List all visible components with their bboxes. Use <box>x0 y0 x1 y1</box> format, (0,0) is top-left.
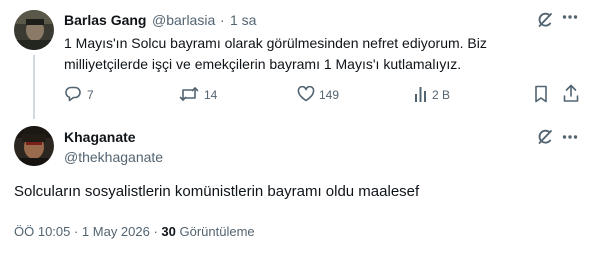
tweet-text: 1 Mayıs'ın Solcu bayramı olarak görülmes… <box>64 35 487 72</box>
author-handle[interactable]: @barlasia <box>152 12 215 28</box>
share-icon[interactable] <box>563 84 579 103</box>
more-icon[interactable] <box>562 134 578 140</box>
thread-line <box>33 55 35 119</box>
tweet-text: Solcuların sosyalistlerin komünistlerin … <box>14 183 420 200</box>
views-count: 2 B <box>432 88 451 102</box>
views-icon[interactable] <box>414 85 430 103</box>
grok-icon[interactable] <box>535 10 555 30</box>
reply-count: 7 <box>87 88 94 102</box>
reply-icon[interactable] <box>64 85 82 103</box>
bookmark-icon[interactable] <box>534 85 548 103</box>
author-handle[interactable]: @thekhaganate <box>64 149 163 165</box>
tweet-meta: ÖÖ 10:05 · 1 May 2026 · 30 Görüntüleme <box>14 224 255 239</box>
more-icon[interactable] <box>562 14 578 20</box>
avatar[interactable] <box>14 126 54 166</box>
author-name[interactable]: Khaganate <box>64 129 136 145</box>
like-icon[interactable] <box>297 86 315 102</box>
tweet-time[interactable]: 1 sa <box>230 12 256 28</box>
repost-count: 14 <box>204 88 218 102</box>
view-label: Görüntüleme <box>175 224 255 239</box>
view-count[interactable]: 30 <box>161 224 175 239</box>
author-name[interactable]: Barlas Gang <box>64 12 146 28</box>
avatar[interactable] <box>14 10 54 50</box>
dot-separator: · <box>220 12 225 28</box>
repost-icon[interactable] <box>179 85 199 103</box>
tweet-timestamp[interactable]: ÖÖ 10:05 · 1 May 2026 · <box>14 224 161 239</box>
grok-icon[interactable] <box>535 127 555 147</box>
like-count: 149 <box>319 88 340 102</box>
